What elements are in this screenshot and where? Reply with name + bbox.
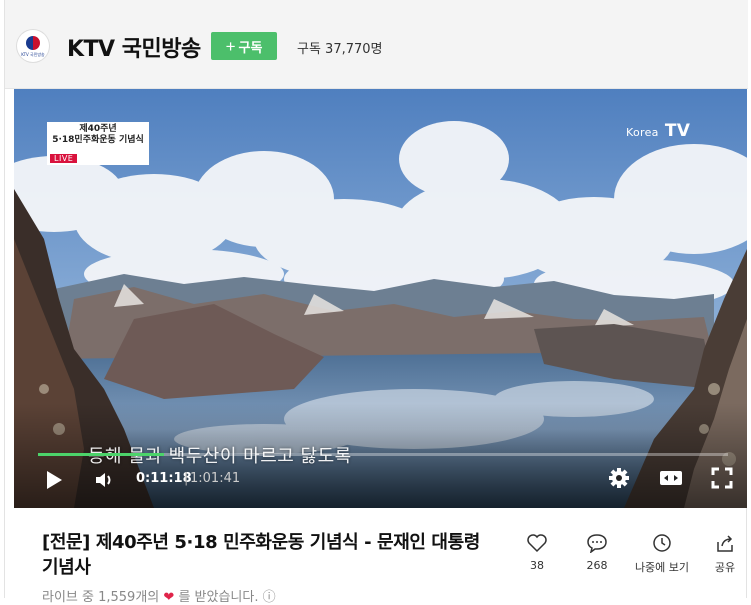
fullscreen-icon[interactable]	[711, 467, 733, 489]
live-likes-summary: 라이브 중 1,559개의 ❤ 를 받았습니다. ⓘ	[42, 586, 276, 605]
badge-line2: 5·18민주화운동 기념식	[52, 135, 144, 145]
share-label: 공유	[714, 561, 736, 574]
comment-button[interactable]: 268	[562, 533, 632, 572]
watermark-suffix: TV	[664, 121, 691, 141]
clock-icon	[653, 534, 671, 552]
theater-mode-icon[interactable]	[659, 467, 683, 489]
live-badge: LIVE	[50, 154, 78, 163]
player-controls: 0:11:18 | 1:01:41	[14, 461, 747, 501]
channel-logo[interactable]: KTV 국민방송	[17, 30, 49, 62]
channel-name[interactable]: KTV 국민방송	[67, 31, 201, 63]
broadcaster-watermark: Korea TV	[626, 121, 690, 141]
taegeuk-icon	[26, 36, 40, 50]
badge-line1: 제40주년	[79, 124, 117, 134]
subscribe-button[interactable]: + 구독	[211, 32, 277, 60]
watch-later-button[interactable]: 나중에 보기	[627, 533, 697, 575]
watch-later-label: 나중에 보기	[634, 561, 690, 574]
share-icon	[717, 535, 733, 552]
video-title: [전문] 제40주년 5·18 민주화운동 기념식 - 문재인 대통령 기념사	[42, 532, 480, 578]
share-button[interactable]: 공유	[690, 533, 751, 575]
play-icon[interactable]	[47, 471, 62, 489]
heart-icon	[527, 534, 547, 553]
subscriber-count: 구독 37,770명	[297, 42, 383, 57]
watermark-main: Korea	[626, 126, 659, 139]
plus-icon: +	[225, 36, 236, 56]
event-badge: 제40주년 5·18민주화운동 기념식 LIVE	[47, 122, 149, 165]
total-time: 1:01:41	[190, 471, 241, 486]
channel-header: KTV 국민방송 KTV 국민방송 + 구독 구독 37,770명	[5, 0, 748, 89]
gear-icon[interactable]	[608, 467, 630, 489]
time-separator: |	[184, 471, 189, 486]
subscribe-label: 구독	[238, 39, 263, 55]
video-player[interactable]: 제40주년 5·18민주화운동 기념식 LIVE Korea TV 동해 물과 …	[14, 89, 747, 508]
progress-fill	[38, 453, 165, 456]
volume-icon[interactable]	[94, 470, 118, 490]
logo-text: KTV 국민방송	[21, 52, 45, 57]
comment-count: 268	[586, 559, 608, 572]
page-frame: KTV 국민방송 KTV 국민방송 + 구독 구독 37,770명 제40주년 …	[4, 0, 748, 605]
progress-bar[interactable]	[38, 453, 728, 456]
comment-icon	[587, 534, 607, 553]
